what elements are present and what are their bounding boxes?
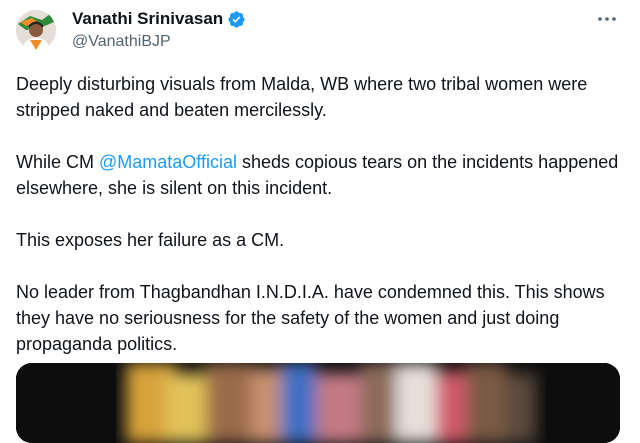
- author-handle[interactable]: @VanathiBJP: [72, 33, 171, 51]
- author-name-row: Vanathi Srinivasan: [72, 9, 246, 29]
- tweet-paragraph-3: This exposes her failure as a CM.: [16, 230, 285, 250]
- tweet-card: Vanathi Srinivasan @VanathiBJP Deeply di…: [0, 0, 640, 443]
- avatar[interactable]: [16, 10, 56, 50]
- profile-photo-icon: [16, 10, 56, 50]
- tweet-text-segment: While CM: [16, 152, 100, 172]
- blurred-video-thumbnail: [16, 363, 620, 443]
- mention-link[interactable]: @MamataOfficial: [99, 152, 237, 172]
- tweet-text: Deeply disturbing visuals from Malda, WB…: [16, 71, 628, 357]
- verified-badge-icon: [228, 10, 245, 28]
- more-options-button[interactable]: [596, 8, 618, 30]
- tweet-media[interactable]: [16, 363, 620, 443]
- tweet-paragraph-1: Deeply disturbing visuals from Malda, WB…: [16, 74, 588, 120]
- tweet-paragraph-2: While CM @MamataOfficial sheds copious t…: [16, 149, 628, 201]
- author-display-name[interactable]: Vanathi Srinivasan: [72, 9, 223, 29]
- tweet-paragraph-4: No leader from Thagbandhan I.N.D.I.A. ha…: [16, 282, 605, 354]
- more-options-icon: [598, 17, 616, 21]
